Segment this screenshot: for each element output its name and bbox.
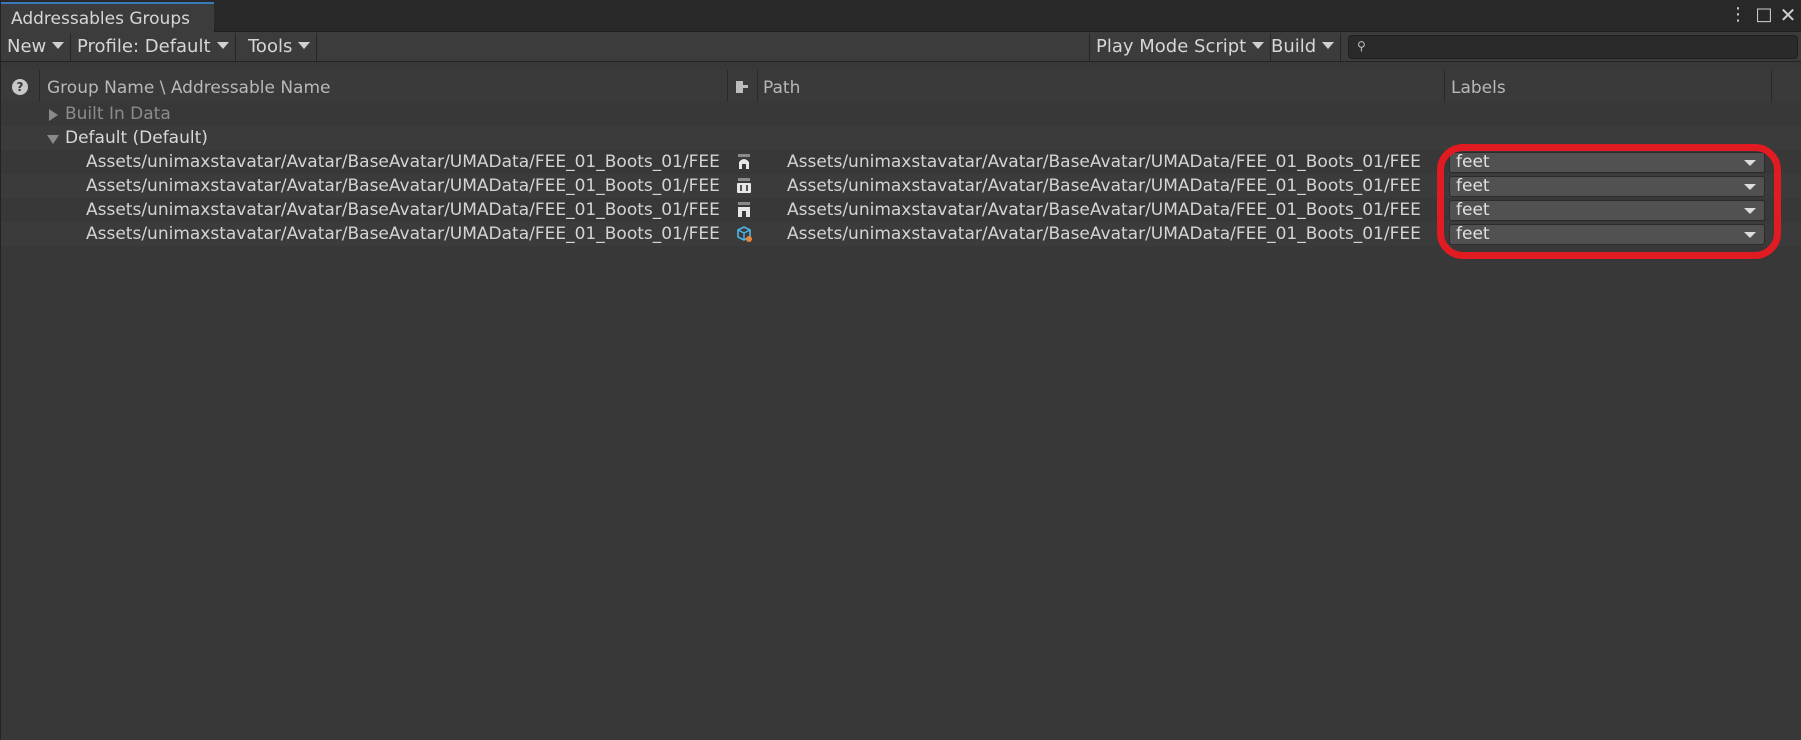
search-field[interactable]: ⚲ [1348, 35, 1798, 59]
asset-type-icon[interactable] [734, 79, 750, 95]
chevron-down-icon [216, 41, 229, 49]
column-divider[interactable] [1771, 70, 1772, 104]
build-label: Build [1271, 36, 1317, 57]
column-header-labels[interactable]: Labels [1451, 78, 1506, 98]
profile-label: Profile: Default [77, 36, 211, 57]
build-dropdown[interactable]: Build [1265, 33, 1342, 61]
chevron-down-icon [52, 41, 65, 49]
addressable-name: Assets/unimaxstavatar/Avatar/BaseAvatar/… [86, 200, 720, 220]
entry-path: Assets/unimaxstavatar/Avatar/BaseAvatar/… [787, 200, 1421, 220]
column-divider[interactable] [39, 70, 40, 104]
toolbar: New Profile: Default Tools Play Mode Scr… [1, 32, 1801, 62]
addressable-name: Assets/unimaxstavatar/Avatar/BaseAvatar/… [86, 152, 720, 172]
table-row[interactable]: Assets/unimaxstavatar/Avatar/BaseAvatar/… [1, 222, 1801, 246]
label-value: feet [1456, 152, 1490, 172]
play-mode-script-dropdown[interactable]: Play Mode Script [1089, 33, 1272, 61]
window-menu-icon[interactable]: ⋮ [1729, 4, 1747, 26]
labels-dropdown[interactable]: feet [1449, 152, 1765, 173]
tree-row-built-in-data[interactable]: Built In Data [1, 102, 1801, 126]
tools-dropdown[interactable]: Tools [242, 33, 318, 61]
search-icon: ⚲ [1357, 39, 1366, 53]
addressable-name: Assets/unimaxstavatar/Avatar/BaseAvatar/… [86, 176, 720, 196]
tab-addressables-groups[interactable]: Addressables Groups [1, 2, 214, 32]
entry-path: Assets/unimaxstavatar/Avatar/BaseAvatar/… [787, 152, 1421, 172]
label-value: feet [1456, 224, 1490, 244]
play-mode-label: Play Mode Script [1096, 36, 1247, 57]
labels-dropdown[interactable]: feet [1449, 224, 1765, 245]
collapsed-arrow-icon[interactable] [49, 109, 58, 121]
tree-row-default-group[interactable]: Default (Default) [1, 126, 1801, 150]
column-divider[interactable] [757, 70, 758, 104]
group-name: Default (Default) [65, 128, 208, 148]
chevron-down-icon [1744, 232, 1756, 238]
column-header-row: ? Group Name \ Addressable Name Path Lab… [1, 70, 1801, 104]
search-input[interactable] [1375, 37, 1795, 57]
uma-wardrobe-icon [738, 202, 750, 217]
column-divider[interactable] [727, 70, 728, 104]
group-name: Built In Data [65, 104, 171, 124]
tools-label: Tools [248, 36, 293, 57]
new-dropdown[interactable]: New [1, 33, 72, 61]
uma-boot-icon [738, 154, 750, 169]
uma-slot-icon [737, 178, 751, 193]
addressable-name: Assets/unimaxstavatar/Avatar/BaseAvatar/… [86, 224, 720, 244]
column-header-path[interactable]: Path [763, 78, 800, 98]
labels-dropdown[interactable]: feet [1449, 176, 1765, 197]
column-divider[interactable] [1444, 70, 1445, 104]
label-value: feet [1456, 200, 1490, 220]
help-icon[interactable]: ? [12, 79, 28, 95]
table-row[interactable]: Assets/unimaxstavatar/Avatar/BaseAvatar/… [1, 150, 1801, 174]
addressables-groups-window: Addressables Groups ⋮ □ ✕ New Profile: D… [0, 0, 1801, 740]
column-header-group-name[interactable]: Group Name \ Addressable Name [47, 78, 331, 98]
mesh-asset-icon [737, 226, 752, 242]
maximize-icon[interactable]: □ [1753, 4, 1775, 26]
label-value: feet [1456, 176, 1490, 196]
expanded-arrow-icon[interactable] [47, 135, 59, 144]
chevron-down-icon [1744, 160, 1756, 166]
chevron-down-icon [1322, 41, 1335, 49]
chevron-down-icon [1744, 208, 1756, 214]
chevron-down-icon [1744, 184, 1756, 190]
table-row[interactable]: Assets/unimaxstavatar/Avatar/BaseAvatar/… [1, 198, 1801, 222]
entry-path: Assets/unimaxstavatar/Avatar/BaseAvatar/… [787, 176, 1421, 196]
table-row[interactable]: Assets/unimaxstavatar/Avatar/BaseAvatar/… [1, 174, 1801, 198]
profile-dropdown[interactable]: Profile: Default [71, 33, 236, 61]
close-icon[interactable]: ✕ [1777, 4, 1799, 26]
chevron-down-icon [1252, 41, 1265, 49]
chevron-down-icon [298, 41, 311, 49]
tab-strip: Addressables Groups ⋮ □ ✕ [1, 0, 1801, 32]
labels-dropdown[interactable]: feet [1449, 200, 1765, 221]
entry-path: Assets/unimaxstavatar/Avatar/BaseAvatar/… [787, 224, 1421, 244]
new-label: New [7, 36, 47, 57]
